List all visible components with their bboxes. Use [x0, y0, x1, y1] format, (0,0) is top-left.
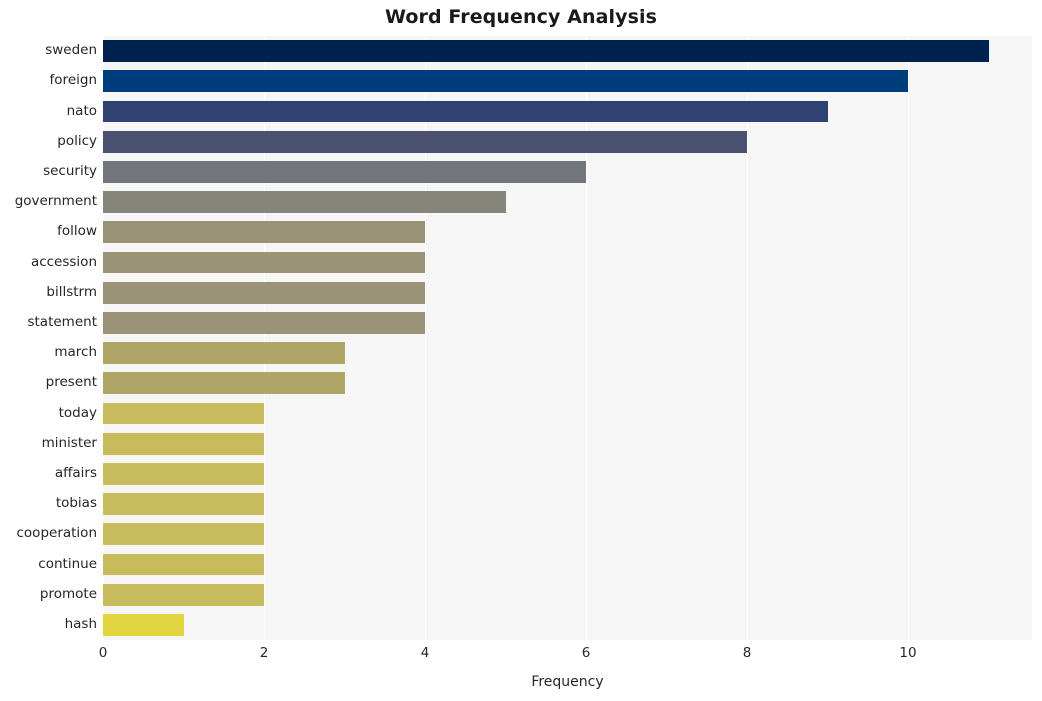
- y-tick-label-statement: statement: [27, 313, 97, 330]
- bar-billstrm: [103, 281, 425, 304]
- chart-title: Word Frequency Analysis: [384, 6, 658, 28]
- bar-policy: [103, 130, 748, 153]
- bar-row: [103, 583, 1032, 606]
- bar-promote: [103, 583, 264, 606]
- bar-affairs: [103, 463, 264, 485]
- x-tick-label-10: 10: [899, 645, 917, 661]
- bar-row: [103, 402, 1032, 425]
- bar-row: [103, 553, 1032, 576]
- y-tick-label-march: march: [54, 344, 97, 361]
- bar-row: [103, 191, 1032, 213]
- bars-container: [103, 36, 1032, 640]
- bar-today: [103, 402, 264, 425]
- x-tick-label-6: 6: [581, 645, 591, 661]
- bar-row: [103, 523, 1032, 546]
- x-tick-label-8: 8: [742, 645, 752, 661]
- y-tick-label-minister: minister: [41, 434, 97, 451]
- x-tick-label-2: 2: [259, 645, 269, 661]
- word-frequency-bar-chart: Word Frequency Analysis sweden foreign nat…: [0, 0, 1042, 701]
- x-axis-title: Frequency: [531, 674, 604, 690]
- bar-hash: [103, 614, 184, 636]
- bar-row: [103, 161, 1032, 183]
- bar-follow: [103, 221, 425, 244]
- y-tick-label-nato: nato: [66, 102, 97, 119]
- y-tick-label-foreign: foreign: [49, 72, 97, 89]
- bar-row: [103, 221, 1032, 244]
- y-tick-label-continue: continue: [38, 555, 97, 572]
- y-tick-label-government: government: [14, 193, 97, 210]
- bar-continue: [103, 553, 264, 576]
- bar-row: [103, 463, 1032, 485]
- bar-accession: [103, 251, 425, 274]
- bar-minister: [103, 432, 264, 455]
- bar-row: [103, 493, 1032, 515]
- bar-row: [103, 130, 1032, 153]
- bar-cooperation: [103, 523, 264, 546]
- bar-government: [103, 191, 506, 213]
- bar-row: [103, 432, 1032, 455]
- bar-security: [103, 161, 586, 183]
- plot-area: [103, 36, 1032, 640]
- y-tick-label-accession: accession: [30, 253, 97, 270]
- bar-row: [103, 312, 1032, 334]
- bar-row: [103, 372, 1032, 395]
- bar-row: [103, 40, 1032, 62]
- x-tick-label-4: 4: [420, 645, 430, 661]
- bar-tobias: [103, 493, 264, 515]
- y-tick-label-cooperation: cooperation: [16, 525, 98, 542]
- x-tick-label-0: 0: [98, 645, 108, 661]
- bar-present: [103, 372, 345, 395]
- y-tick-label-today: today: [58, 404, 97, 421]
- y-tick-label-follow: follow: [57, 223, 97, 240]
- y-tick-label-policy: policy: [57, 132, 97, 149]
- bar-row: [103, 70, 1032, 93]
- bar-march: [103, 342, 345, 364]
- y-tick-label-security: security: [43, 162, 97, 179]
- bar-statement: [103, 312, 425, 334]
- y-tick-label-tobias: tobias: [55, 495, 97, 512]
- y-tick-label-present: present: [45, 374, 97, 391]
- bar-row: [103, 281, 1032, 304]
- y-tick-label-hash: hash: [64, 615, 97, 632]
- y-tick-label-promote: promote: [39, 585, 97, 602]
- y-axis-tick-labels: sweden foreign nato policy security governmen…: [0, 36, 97, 640]
- bar-row: [103, 614, 1032, 636]
- bar-row: [103, 342, 1032, 364]
- y-tick-label-billstrm: billstrm: [46, 283, 97, 300]
- y-tick-label-sweden: sweden: [45, 42, 97, 59]
- y-tick-label-affairs: affairs: [54, 464, 97, 481]
- bar-row: [103, 100, 1032, 123]
- bar-foreign: [103, 70, 909, 93]
- bar-nato: [103, 100, 828, 123]
- x-axis-tick-labels: 0 2 4 6 8 10: [0, 645, 1042, 667]
- bar-sweden: [103, 40, 989, 62]
- bar-row: [103, 251, 1032, 274]
